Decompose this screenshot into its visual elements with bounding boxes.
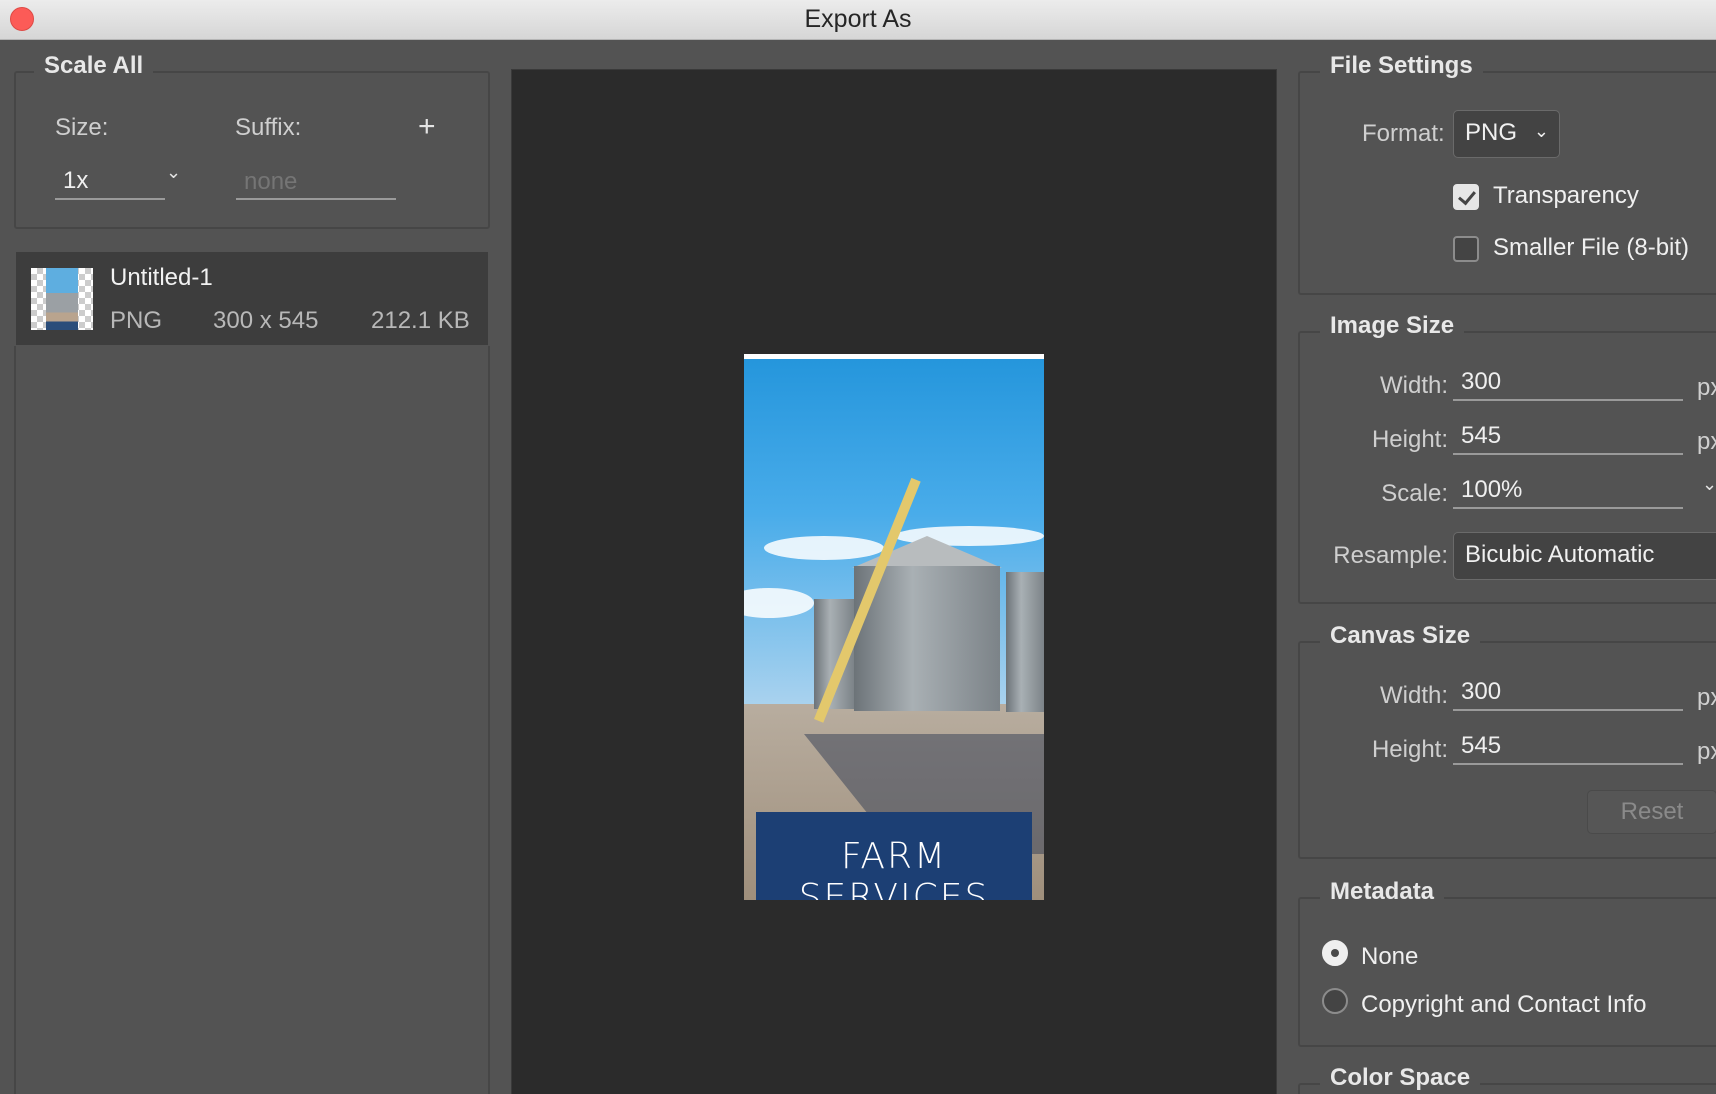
chevron-down-icon[interactable]: ⌄ (1702, 474, 1716, 495)
canvas-width-label: Width: (1379, 682, 1448, 709)
metadata-none-radio[interactable] (1322, 940, 1348, 966)
scale-all-group (14, 71, 490, 229)
banner: FARM SERVICES (756, 812, 1032, 900)
resample-dropdown[interactable]: Bicubic Automatic (1453, 532, 1716, 580)
cloud (764, 536, 884, 560)
image-size-title: Image Size (1320, 312, 1465, 340)
file-settings-title: File Settings (1320, 52, 1483, 80)
suffix-label: Suffix: (235, 114, 302, 141)
image-width-unit: px (1697, 374, 1716, 401)
image-width-input[interactable]: 300 (1453, 367, 1683, 401)
title-bar: Export As (0, 0, 1716, 40)
image-width-label: Width: (1379, 372, 1448, 399)
banner-text: FARM SERVICES (798, 836, 990, 900)
canvas-width-input[interactable]: 300 (1453, 677, 1683, 711)
metadata-copyright-radio[interactable] (1322, 988, 1348, 1014)
chevron-down-icon[interactable]: ⌄ (166, 162, 181, 183)
resample-value: Bicubic Automatic (1465, 541, 1655, 568)
metadata-group (1298, 897, 1716, 1047)
scale-all-title: Scale All (34, 52, 154, 80)
resample-label: Resample: (1333, 542, 1448, 569)
image-height-label: Height: (1371, 426, 1448, 453)
smaller-file-checkbox[interactable] (1453, 236, 1479, 262)
asset-list-item[interactable]: Untitled-1 PNG 300 x 545 212.1 KB (16, 252, 488, 345)
color-space-title: Color Space (1320, 1064, 1481, 1092)
metadata-title: Metadata (1320, 878, 1445, 906)
asset-dimensions: 300 x 545 (213, 307, 319, 334)
asset-thumbnail (31, 268, 93, 330)
scale-dropdown[interactable]: 1x (55, 166, 165, 200)
metadata-none-label[interactable]: None (1361, 943, 1418, 971)
canvas-height-input[interactable]: 545 (1453, 731, 1683, 765)
size-label: Size: (55, 114, 109, 141)
format-label: Format: (1362, 120, 1445, 147)
smaller-file-label[interactable]: Smaller File (8-bit) (1493, 234, 1689, 262)
transparency-checkbox[interactable] (1453, 184, 1479, 210)
chevron-down-icon: ⌄ (1533, 121, 1549, 141)
transparency-label[interactable]: Transparency (1493, 182, 1639, 210)
canvas-height-unit: px (1697, 738, 1716, 765)
plus-icon: + (418, 110, 436, 143)
image-height-input[interactable]: 545 (1453, 421, 1683, 455)
format-dropdown[interactable]: PNG ⌄ (1453, 110, 1560, 158)
canvas-height-label: Height: (1371, 736, 1448, 763)
silo-right (1006, 572, 1044, 712)
asset-list-panel (14, 346, 490, 1094)
window-title: Export As (804, 5, 912, 33)
add-scale-button[interactable]: + (418, 110, 436, 144)
thumbnail-image (46, 268, 78, 330)
reset-button[interactable]: Reset (1587, 790, 1716, 834)
scale-label: Scale: (1381, 480, 1448, 507)
asset-name: Untitled-1 (110, 264, 213, 291)
format-value: PNG (1465, 119, 1518, 146)
scale-input[interactable]: 100% (1453, 475, 1683, 509)
metadata-copyright-label[interactable]: Copyright and Contact Info (1361, 991, 1647, 1019)
suffix-input[interactable] (236, 166, 396, 200)
asset-format: PNG (110, 307, 163, 334)
preview-image: FARM SERVICES (744, 354, 1044, 900)
canvas-size-title: Canvas Size (1320, 622, 1481, 650)
image-height-unit: px (1697, 428, 1716, 455)
canvas-width-unit: px (1697, 684, 1716, 711)
asset-file-size: 212.1 KB (371, 307, 470, 334)
